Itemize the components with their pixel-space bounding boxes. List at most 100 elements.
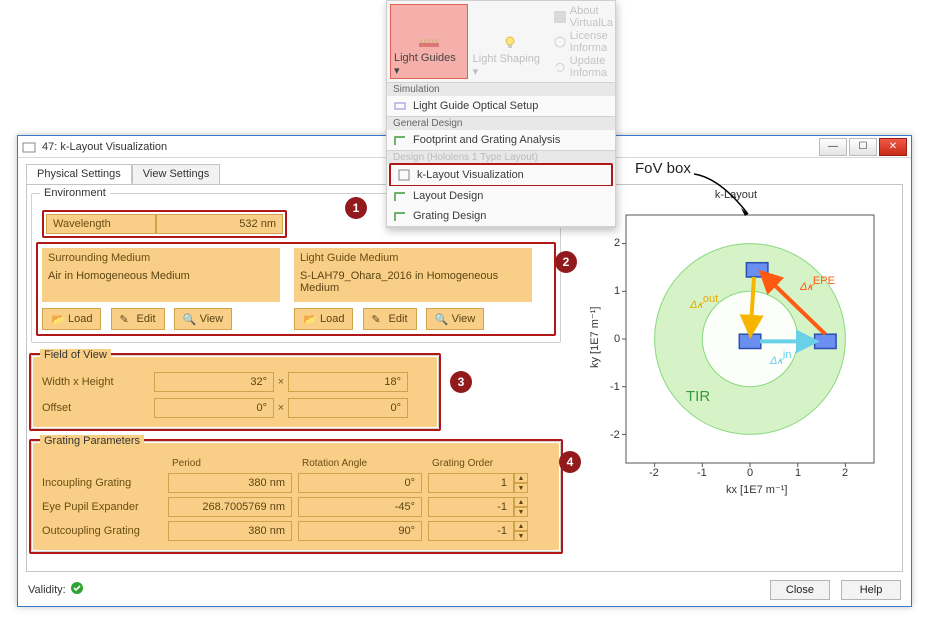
ribbon-button-label: Light Guides ▾ (394, 52, 464, 77)
klayout-icon (397, 168, 411, 182)
ribbon-button-light-shaping[interactable]: Light Shaping ▾ (470, 4, 551, 79)
group-fov: Field of View Width x Height 32° × 18° O… (31, 355, 439, 429)
chevron-down-icon[interactable]: ▼ (514, 531, 528, 541)
window-icon (22, 140, 36, 154)
ribbon-link-about[interactable]: About VirtualLa (554, 5, 613, 30)
fov-offset-row: Offset 0° × 0° (42, 398, 428, 418)
group-title: Environment (40, 187, 110, 199)
surr-view-button[interactable]: 🔍View (174, 308, 233, 330)
ytick: -1 (610, 381, 620, 393)
close-button[interactable]: ✕ (879, 138, 907, 156)
setup-icon (393, 99, 407, 113)
minimize-button[interactable]: ― (819, 138, 847, 156)
chevron-down-icon[interactable]: ▼ (514, 507, 528, 517)
lg-edit-button[interactable]: ✎Edit (363, 308, 417, 330)
light-guides-icon (418, 34, 440, 50)
grating-row-incoupling: Incoupling Grating 380 nm 0° 1▲▼ (42, 473, 550, 493)
surrounding-medium-value: Air in Homogeneous Medium (42, 268, 280, 302)
dialog-action-buttons: Close Help (762, 580, 901, 600)
xtick: 1 (795, 467, 801, 479)
window-buttons: ― ☐ ✕ (817, 138, 907, 156)
y-axis-label: ky [1E7 m⁻¹] (588, 307, 601, 368)
fov-wh-row: Width x Height 32° × 18° (42, 372, 428, 392)
pencil-icon: ✎ (372, 313, 385, 326)
check-circle-icon (70, 581, 84, 598)
ribbon-button-label: Light Shaping ▾ (473, 53, 548, 78)
surrounding-medium-title: Surrounding Medium (42, 248, 280, 268)
ytick: 1 (614, 285, 620, 297)
xtick: -2 (649, 467, 659, 479)
ribbon-item-optical-setup[interactable]: Light Guide Optical Setup (387, 96, 615, 116)
tab-physical-settings[interactable]: Physical Settings (26, 164, 132, 184)
group-title: Field of View (40, 349, 111, 361)
row-label: Outcoupling Grating (42, 525, 168, 537)
epe-rotation-field[interactable]: -45° (298, 497, 422, 517)
wavelength-value[interactable]: 532 nm (156, 214, 283, 234)
incoupling-rotation-field[interactable]: 0° (298, 473, 422, 493)
grating-header-row: Period Rotation Angle Grating Order (42, 458, 550, 469)
ribbon-item-footprint[interactable]: Footprint and Grating Analysis (387, 130, 615, 150)
lg-view-button[interactable]: 🔍View (426, 308, 485, 330)
fov-wh-label: Width x Height (42, 376, 154, 388)
surr-edit-button[interactable]: ✎Edit (111, 308, 165, 330)
wavelength-label: Wavelength (46, 214, 156, 234)
fov-height-field[interactable]: 18° (288, 372, 408, 392)
fov-width-field[interactable]: 32° (154, 372, 274, 392)
xtick: -1 (697, 467, 707, 479)
close-dialog-button[interactable]: Close (770, 580, 830, 600)
key-icon (554, 36, 566, 48)
validity-indicator: Validity: (28, 581, 84, 598)
wavelength-row: Wavelength 532 nm (42, 210, 287, 238)
validity-label: Validity: (28, 584, 66, 596)
chart-svg (586, 203, 886, 503)
media-titles: Surrounding Medium Light Guide Medium (42, 248, 550, 268)
tab-view-settings[interactable]: View Settings (132, 164, 220, 184)
magnifier-icon: 🔍 (183, 313, 196, 326)
tir-label: TIR (686, 388, 710, 405)
outcoupling-order-spinner[interactable]: -1▲▼ (428, 521, 528, 541)
footprint-icon (393, 133, 407, 147)
chevron-up-icon[interactable]: ▲ (514, 473, 528, 483)
light-guide-medium-title: Light Guide Medium (294, 248, 532, 268)
ribbon-link-update[interactable]: Update Informa (554, 55, 613, 80)
chart-area: -2 -1 0 1 2 -2 -1 0 1 2 kx [1E7 m⁻¹] ky … (586, 203, 886, 503)
ribbon-button-light-guides[interactable]: Light Guides ▾ (390, 4, 468, 79)
col-period: Period (168, 458, 298, 469)
chevron-down-icon[interactable]: ▼ (514, 483, 528, 493)
info-icon (554, 11, 566, 23)
col-rotation: Rotation Angle (298, 458, 428, 469)
chevron-up-icon[interactable]: ▲ (514, 497, 528, 507)
ribbon-dropdown: Light Guides ▾ Light Shaping ▾ About Vir… (386, 0, 616, 228)
callout-badge-4: 4 (559, 451, 581, 473)
help-button[interactable]: Help (841, 580, 901, 600)
incoupling-period-field[interactable]: 380 nm (168, 473, 292, 493)
ribbon-link-license[interactable]: License Informa (554, 30, 613, 55)
fov-box-annotation: FoV box (635, 160, 691, 177)
refresh-icon (554, 61, 566, 73)
row-label: Eye Pupil Expander (42, 501, 168, 513)
pencil-icon: ✎ (120, 313, 133, 326)
lg-load-button[interactable]: 📂Load (294, 308, 353, 330)
maximize-button[interactable]: ☐ (849, 138, 877, 156)
epe-period-field[interactable]: 268.7005769 nm (168, 497, 292, 517)
ribbon-item-layout-design[interactable]: Layout Design (387, 186, 615, 206)
ribbon-item-grating-design[interactable]: Grating Design (387, 206, 615, 227)
epe-order-spinner[interactable]: -1▲▼ (428, 497, 528, 517)
surr-load-button[interactable]: 📂Load (42, 308, 101, 330)
outcoupling-rotation-field[interactable]: 90° (298, 521, 422, 541)
chevron-up-icon[interactable]: ▲ (514, 521, 528, 531)
dk-in-label: Δ𝜅in (770, 349, 791, 368)
lightbulb-icon (499, 35, 521, 51)
ribbon-item-klayout[interactable]: k-Layout Visualization (391, 165, 611, 185)
callout-badge-2: 2 (555, 251, 577, 273)
grating-row-epe: Eye Pupil Expander 268.7005769 nm -45° -… (42, 497, 550, 517)
outcoupling-period-field[interactable]: 380 nm (168, 521, 292, 541)
incoupling-order-spinner[interactable]: 1▲▼ (428, 473, 528, 493)
ribbon-highlight-klayout: k-Layout Visualization (389, 163, 613, 187)
fov-offset-x-field[interactable]: 0° (154, 398, 274, 418)
group-grating: Grating Parameters Period Rotation Angle… (31, 441, 561, 552)
chart-panel: k-Layout (570, 185, 902, 571)
x-axis-label: kx [1E7 m⁻¹] (726, 483, 787, 496)
ytick: 2 (614, 237, 620, 249)
fov-offset-y-field[interactable]: 0° (288, 398, 408, 418)
